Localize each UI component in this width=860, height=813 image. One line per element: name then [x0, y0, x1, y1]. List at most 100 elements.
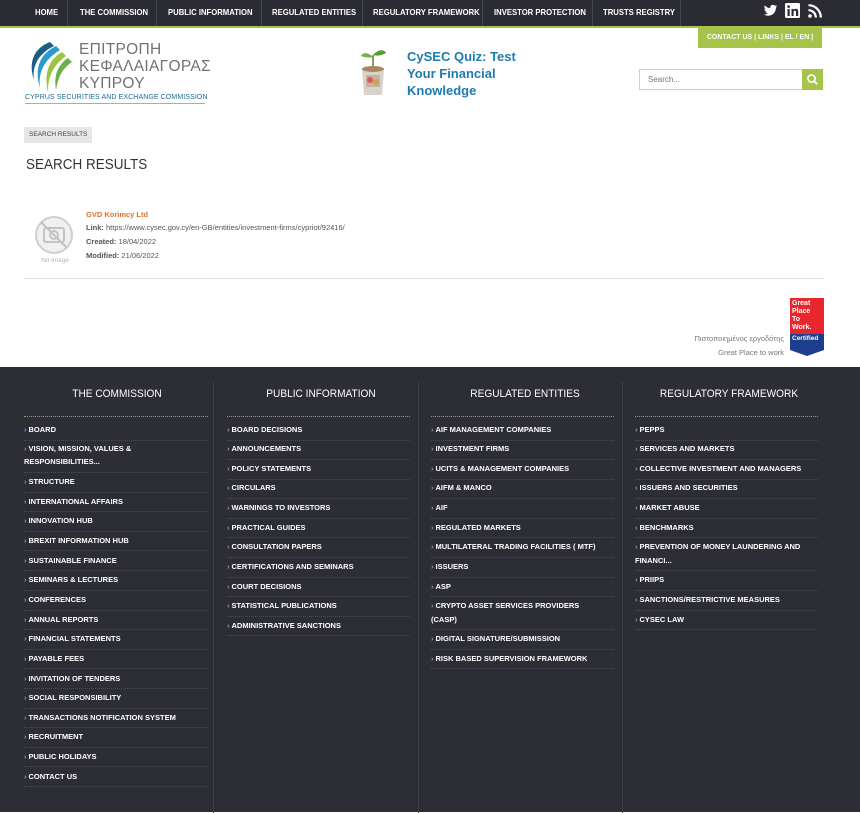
footer-link-circulars[interactable]: › CIRCULARS [227, 481, 276, 494]
footer-heading-commission: THE COMMISSION [72, 388, 162, 400]
footer-link-prevention-money-laundering[interactable]: › PREVENTION OF MONEY LAUNDERING AND [635, 540, 800, 553]
footer-link-pepps[interactable]: › PEPPS [635, 423, 665, 436]
linkedin-icon[interactable] [784, 2, 802, 20]
footer-link-contact-us[interactable]: › CONTACT US [24, 770, 77, 783]
footer-link-consultation-papers[interactable]: › CONSULTATION PAPERS [227, 540, 322, 553]
footer-link-innovation-hub[interactable]: › INNOVATION HUB [24, 514, 93, 527]
breadcrumb[interactable]: SEARCH RESULTS [24, 127, 93, 143]
footer-link-conferences[interactable]: › CONFERENCES [24, 593, 86, 606]
contact-links-strip[interactable]: CONTACT US | LINKS | EL / EN | [698, 28, 822, 48]
footer-link-mtf[interactable]: › MULTILATERAL TRADING FACILITIES ( MTF) [431, 540, 595, 553]
nav-trusts-registry[interactable]: TRUSTS REGISTRY [603, 0, 675, 24]
footer-link-board-decisions[interactable]: › BOARD DECISIONS [227, 423, 302, 436]
footer-link-rule [635, 570, 818, 571]
footer-link-payable-fees[interactable]: › PAYABLE FEES [24, 652, 84, 665]
footer-link-rule [431, 537, 614, 538]
footer-link-rule [431, 518, 614, 519]
search-input[interactable] [639, 69, 803, 90]
footer-link-court-decisions[interactable]: › COURT DECISIONS [227, 580, 302, 593]
result-modified-row: Modified: 21/06/2022 [86, 251, 159, 260]
gptw-badge-line-2: Place [792, 308, 811, 315]
rss-icon[interactable] [806, 2, 824, 20]
footer-link-investment-firms[interactable]: › INVESTMENT FIRMS [431, 442, 509, 455]
footer-heading-rule [431, 416, 614, 417]
footer-link-practical-guides[interactable]: › PRACTICAL GUIDES [227, 521, 306, 534]
nav-regulatory-framework[interactable]: REGULATORY FRAMEWORK [373, 0, 480, 24]
footer-link-aif[interactable]: › AIF [431, 501, 448, 514]
logo-greek-line-3: ΚΥΠΡΟΥ [79, 75, 145, 92]
nav-home[interactable]: HOME [35, 0, 58, 24]
result-title-link[interactable]: GVD Korimcy Ltd [86, 210, 148, 219]
footer-link-rule [635, 440, 818, 441]
footer-link-vision-cont[interactable]: RESPONSIBILITIES... [24, 455, 100, 468]
footer-link-administrative-sanctions[interactable]: › ADMINISTRATIVE SANCTIONS [227, 619, 341, 632]
nav-regulated-entities[interactable]: REGULATED ENTITIES [272, 0, 356, 24]
footer-link-seminars[interactable]: › SEMINARS & LECTURES [24, 573, 118, 586]
footer-link-financial-statements[interactable]: › FINANCIAL STATEMENTS [24, 632, 121, 645]
footer-link-cysec-law[interactable]: › CYSEC LAW [635, 613, 684, 626]
footer-link-ucits[interactable]: › UCITS & MANAGEMENT COMPANIES [431, 462, 569, 475]
footer-heading-rule [24, 416, 208, 417]
footer-link-rule [227, 616, 410, 617]
top-navigation-bar: HOME THE COMMISSION PUBLIC INFORMATION R… [0, 0, 860, 28]
footer-link-casp-cont[interactable]: (CASP) [431, 613, 457, 626]
footer-link-public-holidays[interactable]: › PUBLIC HOLIDAYS [24, 750, 97, 763]
footer-link-invitation-of-tenders[interactable]: › INVITATION OF TENDERS [24, 672, 120, 685]
footer-link-sustainable-finance[interactable]: › SUSTAINABLE FINANCE [24, 554, 117, 567]
footer-link-asp[interactable]: › ASP [431, 580, 451, 593]
quiz-line-2: Your Financial [407, 66, 496, 81]
result-modified-value: 21/06/2022 [121, 251, 159, 260]
great-place-to-work-badge[interactable]: Great Place To Work. Certified [790, 298, 824, 356]
result-created-value: 18/04/2022 [118, 237, 157, 246]
footer-link-rule [431, 577, 614, 578]
footer-link-aif-management[interactable]: › AIF MANAGEMENT COMPANIES [431, 423, 551, 436]
footer-link-rule [227, 440, 410, 441]
gptw-badge-certified: Certified [792, 335, 819, 342]
plant-money-icon[interactable] [358, 47, 388, 99]
footer-link-warnings[interactable]: › WARNINGS TO INVESTORS [227, 501, 330, 514]
footer-link-vision[interactable]: › VISION, MISSION, VALUES & [24, 442, 131, 455]
cysec-logo[interactable]: ΕΠΙΤΡΟΠΗ ΚΕΦΑΛΑΙΑΓΟΡΑΣ ΚΥΠΡΟΥ CYPRUS SEC… [24, 38, 211, 106]
nav-public-information[interactable]: PUBLIC INFORMATION [168, 0, 253, 24]
footer-link-rule [24, 472, 208, 473]
footer-link-rule [635, 629, 818, 630]
footer-link-priips[interactable]: › PRIIPS [635, 573, 664, 586]
footer-link-board[interactable]: › BOARD [24, 423, 56, 436]
footer-link-collective-investment[interactable]: › COLLECTIVE INVESTMENT AND MANAGERS [635, 462, 801, 475]
footer-link-social-responsibility[interactable]: › SOCIAL RESPONSIBILITY [24, 691, 121, 704]
footer-link-international-affairs[interactable]: › INTERNATIONAL AFFAIRS [24, 495, 123, 508]
footer-link-rule [431, 668, 614, 669]
quiz-line-1: CySEC Quiz: Test [407, 49, 516, 64]
twitter-icon[interactable] [761, 2, 779, 20]
footer-link-issuers[interactable]: › ISSUERS [431, 560, 468, 573]
footer-link-structure[interactable]: › STRUCTURE [24, 475, 75, 488]
footer-link-brexit-hub[interactable]: › BREXIT INFORMATION HUB [24, 534, 129, 547]
footer-link-recruitment[interactable]: › RECRUITMENT [24, 730, 83, 743]
footer-link-certifications[interactable]: › CERTIFICATIONS AND SEMINARS [227, 560, 354, 573]
footer-link-prevention-cont[interactable]: FINANCI... [635, 554, 672, 567]
footer-link-aifm-manco[interactable]: › AIFM & MANCO [431, 481, 492, 494]
footer-link-issuers-and-securities[interactable]: › ISSUERS AND SECURITIES [635, 481, 738, 494]
footer-link-policy-statements[interactable]: › POLICY STATEMENTS [227, 462, 311, 475]
footer-link-benchmarks[interactable]: › BENCHMARKS [635, 521, 694, 534]
footer-link-annual-reports[interactable]: › ANNUAL REPORTS [24, 613, 98, 626]
footer-link-digital-signature[interactable]: › DIGITAL SIGNATURE/SUBMISSION [431, 632, 560, 645]
footer-link-regulated-markets[interactable]: › REGULATED MARKETS [431, 521, 521, 534]
footer-link-services-and-markets[interactable]: › SERVICES AND MARKETS [635, 442, 735, 455]
footer-link-market-abuse[interactable]: › MARKET ABUSE [635, 501, 700, 514]
footer-link-casp[interactable]: › CRYPTO ASSET SERVICES PROVIDERS [431, 599, 579, 612]
result-link-url[interactable]: https://www.cysec.gov.cy/en-GB/entities/… [106, 223, 345, 232]
nav-investor-protection[interactable]: INVESTOR PROTECTION [494, 0, 586, 24]
nav-separator [261, 0, 262, 28]
footer-link-statistical-publications[interactable]: › STATISTICAL PUBLICATIONS [227, 599, 337, 612]
footer-link-sanctions[interactable]: › SANCTIONS/RESTRICTIVE MEASURES [635, 593, 780, 606]
result-divider [24, 278, 824, 279]
search-button[interactable] [802, 69, 823, 90]
footer-link-risk-based-supervision[interactable]: › RISK BASED SUPERVISION FRAMEWORK [431, 652, 587, 665]
footer-link-announcements[interactable]: › ANNOUNCEMENTS [227, 442, 301, 455]
footer-link-transactions-notification[interactable]: › TRANSACTIONS NOTIFICATION SYSTEM [24, 711, 176, 724]
footer-link-rule [635, 459, 818, 460]
footer-link-rule [24, 570, 208, 571]
quiz-promo-link[interactable]: CySEC Quiz: Test Your Financial Knowledg… [407, 48, 547, 99]
nav-the-commission[interactable]: THE COMMISSION [80, 0, 148, 24]
